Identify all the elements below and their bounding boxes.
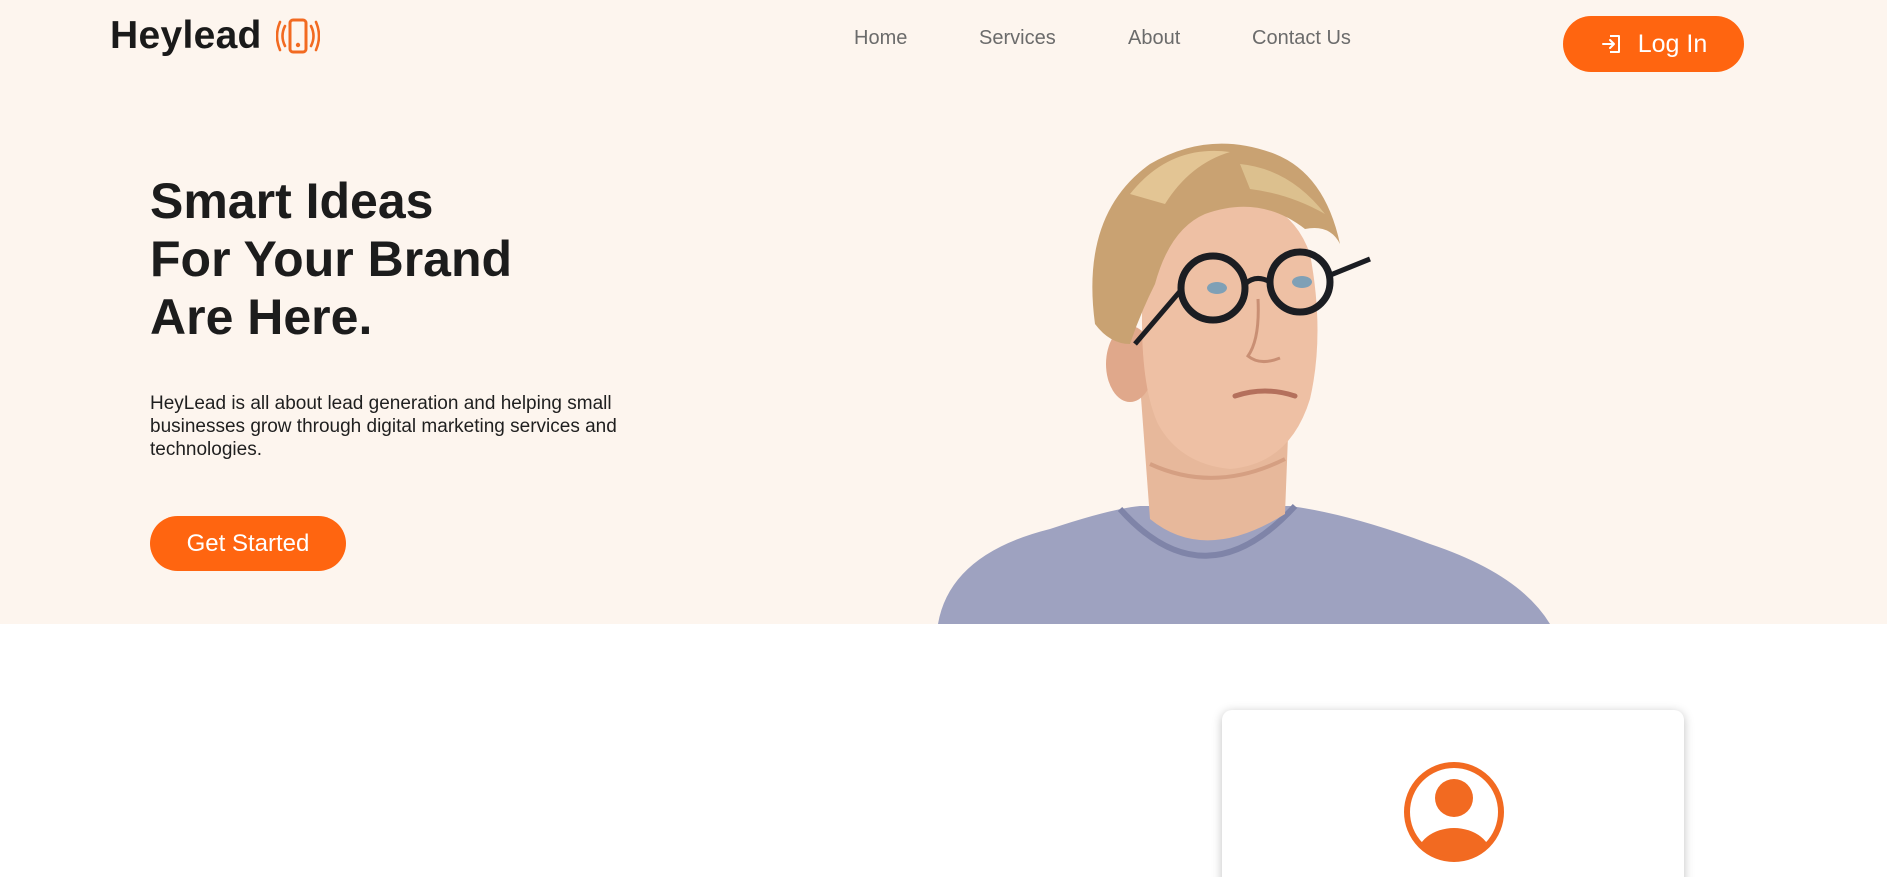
- login-label: Log In: [1637, 29, 1708, 58]
- nav-contact-us[interactable]: Contact Us: [1252, 27, 1351, 50]
- profile-card: [1222, 710, 1684, 877]
- headline-line: For Your Brand: [150, 231, 513, 287]
- headline-line: Smart Ideas: [150, 173, 434, 229]
- nav-about[interactable]: About: [1128, 27, 1180, 50]
- headline-line: Are Here.: [150, 289, 373, 345]
- hero-portrait-image: [930, 134, 1550, 624]
- hero-description: HeyLead is all about lead generation and…: [150, 393, 617, 460]
- brand-name: Heylead: [110, 14, 262, 57]
- login-button[interactable]: Log In: [1563, 16, 1744, 72]
- user-avatar-icon: [1402, 760, 1506, 864]
- nav-services[interactable]: Services: [979, 27, 1056, 50]
- brand-logo[interactable]: Heylead: [110, 14, 320, 58]
- vibrating-phone-icon: [275, 16, 320, 56]
- nav-home[interactable]: Home: [854, 27, 907, 50]
- get-started-button[interactable]: Get Started: [150, 516, 346, 571]
- login-arrow-icon: [1600, 32, 1624, 56]
- hero-headline: Smart Ideas For Your Brand Are Here.: [150, 172, 512, 346]
